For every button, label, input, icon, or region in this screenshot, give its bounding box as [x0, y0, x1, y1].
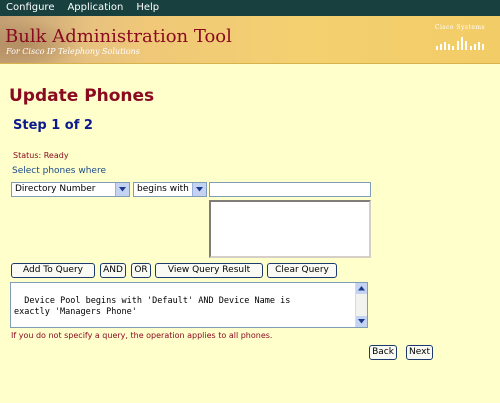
page-title: Update Phones — [9, 86, 155, 106]
select-phones-label: Select phones where — [12, 166, 106, 176]
chevron-down-icon[interactable] — [192, 183, 206, 196]
next-button[interactable]: Next — [406, 345, 433, 360]
scroll-down-icon[interactable] — [356, 316, 367, 327]
operator-select-value: begins with — [137, 184, 189, 194]
and-button[interactable]: AND — [100, 263, 126, 278]
query-textarea[interactable]: Device Pool begins with 'Default' AND De… — [10, 282, 368, 328]
menu-application[interactable]: Application — [61, 0, 130, 16]
chevron-down-icon[interactable] — [115, 183, 129, 196]
back-button[interactable]: Back — [369, 345, 397, 360]
query-note: If you do not specify a query, the opera… — [11, 331, 273, 340]
step-indicator: Step 1 of 2 — [13, 118, 93, 133]
app-title: Bulk Administration Tool — [5, 26, 232, 47]
field-select[interactable]: Directory Number — [11, 182, 130, 197]
header-banner: Bulk Administration Tool For Cisco IP Te… — [0, 16, 500, 64]
clear-query-button[interactable]: Clear Query — [267, 263, 337, 278]
field-select-value: Directory Number — [15, 184, 96, 194]
cisco-logo: Cisco Systems — [434, 24, 486, 54]
menu-help[interactable]: Help — [130, 0, 166, 16]
value-listbox[interactable] — [209, 200, 371, 258]
menu-configure[interactable]: Configure — [0, 0, 61, 16]
app-subtitle: For Cisco IP Telephony Solutions — [6, 47, 140, 56]
scroll-up-icon[interactable] — [356, 283, 367, 294]
logo-bars-icon — [436, 37, 484, 50]
value-input[interactable] — [209, 182, 371, 197]
query-scrollbar[interactable] — [355, 283, 367, 327]
menu-bar: Configure Application Help — [0, 0, 500, 16]
add-to-query-button[interactable]: Add To Query — [11, 263, 95, 278]
view-query-result-button[interactable]: View Query Result — [155, 263, 263, 278]
operator-select[interactable]: begins with — [133, 182, 207, 197]
query-text: Device Pool begins with 'Default' AND De… — [14, 296, 291, 317]
status-text: Status: Ready — [13, 151, 69, 160]
or-button[interactable]: OR — [131, 263, 151, 278]
